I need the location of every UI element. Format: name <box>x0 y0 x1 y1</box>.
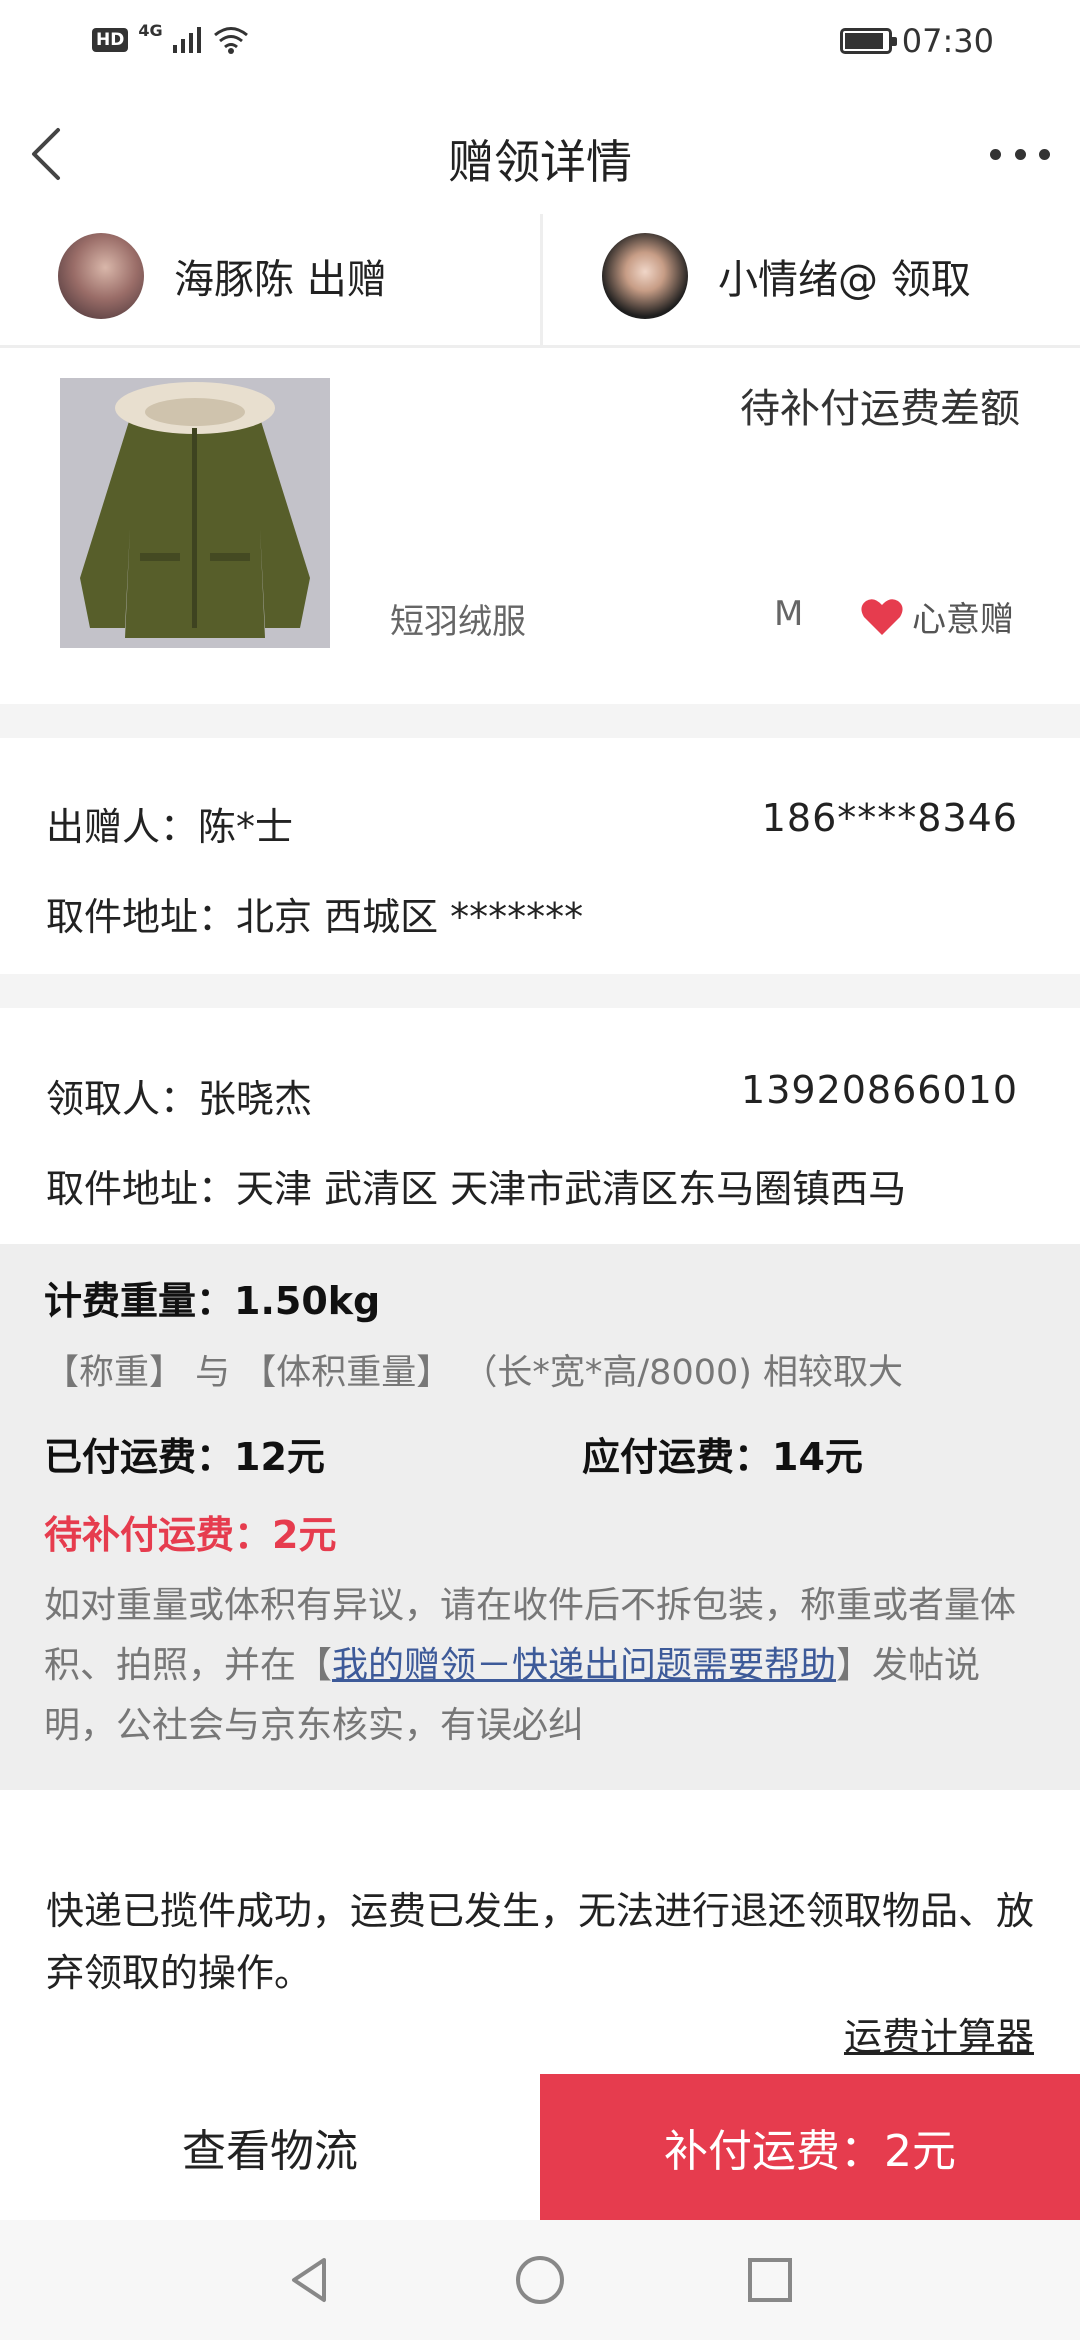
due-row: 应付运费：14元 <box>582 1426 863 1481</box>
item-type: 心意赠 <box>860 592 1014 641</box>
receiver-info-row: 领取人：张晓杰 13920866010 <box>46 1068 1018 1123</box>
pending-row: 待补付运费：2元 <box>44 1504 336 1559</box>
nav-recents-icon[interactable] <box>740 2250 800 2310</box>
view-logistics-button[interactable]: 查看物流 <box>0 2074 540 2220</box>
due-value: 14元 <box>772 1435 863 1479</box>
dispute-note: 如对重量或体积有异议，请在收件后不拆包装，称重或者量体积、拍照，并在【我的赠领－… <box>44 1576 1044 1756</box>
receiver-action: 领取 <box>890 257 971 303</box>
receiver-phone[interactable]: 13920866010 <box>741 1068 1018 1123</box>
receiver-address-label: 取件地址： <box>46 1167 237 1211</box>
item-type-label: 心意赠 <box>912 600 1014 640</box>
more-dot-icon <box>1014 148 1026 160</box>
freight-calculator-link[interactable]: 运费计算器 <box>844 2006 1034 2061</box>
item-card[interactable]: 待补付运费差额 短羽绒服 M 心意赠 <box>0 348 1080 704</box>
giver-info-name-group: 出赠人：陈*士 <box>46 796 293 851</box>
fee-panel: 计费重量：1.50kg 【称重】 与 【体积重量】 （长*宽*高/8000) 相… <box>0 1244 1080 1790</box>
hd-badge: HD <box>92 28 129 52</box>
giver-info-name: 陈*士 <box>198 805 294 849</box>
more-dot-icon <box>1039 148 1050 160</box>
status-right: 07:30 <box>839 22 994 60</box>
more-button[interactable] <box>990 144 1050 164</box>
system-nav-bar <box>0 2220 1080 2340</box>
paid-row: 已付运费：12元 <box>44 1426 325 1481</box>
giver-avatar[interactable] <box>58 233 144 319</box>
receiver-avatar[interactable] <box>602 233 688 319</box>
pickup-notice: 快递已揽件成功，运费已发生，无法进行退还领取物品、放弃领取的操作。 <box>46 1889 1035 1995</box>
help-link[interactable]: 我的赠领－快递出问题需要帮助 <box>332 1645 836 1686</box>
giver-info-row: 出赠人：陈*士 186****8346 <box>46 796 1018 851</box>
nav-back-icon[interactable] <box>280 2250 340 2310</box>
more-dot-icon <box>990 148 1001 160</box>
jacket-image <box>60 378 330 648</box>
receiver-info-label: 领取人： <box>46 1077 199 1121</box>
receiver-info-name-group: 领取人：张晓杰 <box>46 1068 312 1123</box>
pay-freight-button[interactable]: 补付运费：2元 <box>540 2074 1080 2220</box>
section-gap <box>0 974 1080 1008</box>
giver-address-label: 取件地址： <box>46 895 237 939</box>
nav-bar: 赠领详情 <box>0 84 1080 214</box>
giver-action: 出赠 <box>306 257 387 303</box>
section-gap <box>0 704 1080 738</box>
giver-phone[interactable]: 186****8346 <box>762 796 1018 851</box>
party-divider <box>540 214 543 348</box>
paid-value: 12元 <box>234 1435 325 1479</box>
giver-name: 海豚陈 <box>174 257 294 303</box>
receiver-info: 领取人：张晓杰 13920866010 取件地址： 天津 武清区 天津市武清区东马… <box>0 1008 1080 1244</box>
status-bar: HD 4G 07:30 <box>0 0 1080 84</box>
action-bar: 查看物流 补付运费：2元 <box>0 2074 1080 2220</box>
item-photo[interactable] <box>60 378 330 648</box>
receiver-address: 天津 武清区 天津市武清区东马圈镇西马 <box>236 1167 907 1211</box>
weight-note: 【称重】 与 【体积重量】 （长*宽*高/8000) 相较取大 <box>44 1353 904 1393</box>
receiver-name: 小情绪@ <box>718 257 878 303</box>
battery-icon <box>839 28 897 54</box>
item-status: 待补付运费差额 <box>740 386 1020 432</box>
clock: 07:30 <box>901 22 994 60</box>
weight-row: 计费重量：1.50kg <box>44 1270 380 1325</box>
wifi-icon <box>213 27 248 54</box>
receiver-party[interactable]: 小情绪@ 领取 <box>602 226 971 326</box>
weight-value: 1.50kg <box>234 1279 381 1323</box>
giver-address-row: 取件地址： 北京 西城区 ******* <box>46 886 1018 941</box>
status-left: HD 4G <box>92 21 249 54</box>
due-label: 应付运费： <box>582 1435 773 1479</box>
heart-icon <box>861 598 903 635</box>
giver-info-label: 出赠人： <box>46 805 199 849</box>
paid-label: 已付运费： <box>44 1435 235 1479</box>
giver-party[interactable]: 海豚陈 出赠 <box>58 226 387 326</box>
giver-address: 北京 西城区 ******* <box>236 895 584 939</box>
signal-icon <box>172 27 201 53</box>
nav-home-icon[interactable] <box>510 2250 570 2310</box>
network-label: 4G <box>138 20 163 40</box>
weight-label: 计费重量： <box>44 1279 235 1323</box>
receiver-info-name: 张晓杰 <box>198 1077 313 1121</box>
pending-value: 2元 <box>272 1513 337 1557</box>
giver-party-text: 海豚陈 出赠 <box>174 247 387 305</box>
receiver-address-row: 取件地址： 天津 武清区 天津市武清区东马圈镇西马 <box>46 1158 1018 1213</box>
pending-label: 待补付运费： <box>44 1513 273 1557</box>
page-title: 赠领详情 <box>448 135 632 189</box>
receiver-party-text: 小情绪@ 领取 <box>718 247 971 305</box>
giver-info: 出赠人：陈*士 186****8346 取件地址： 北京 西城区 ******* <box>0 738 1080 974</box>
item-name: 短羽绒服 <box>390 602 526 642</box>
parties-bar: 海豚陈 出赠 小情绪@ 领取 <box>0 214 1080 348</box>
item-size: M <box>774 594 804 634</box>
